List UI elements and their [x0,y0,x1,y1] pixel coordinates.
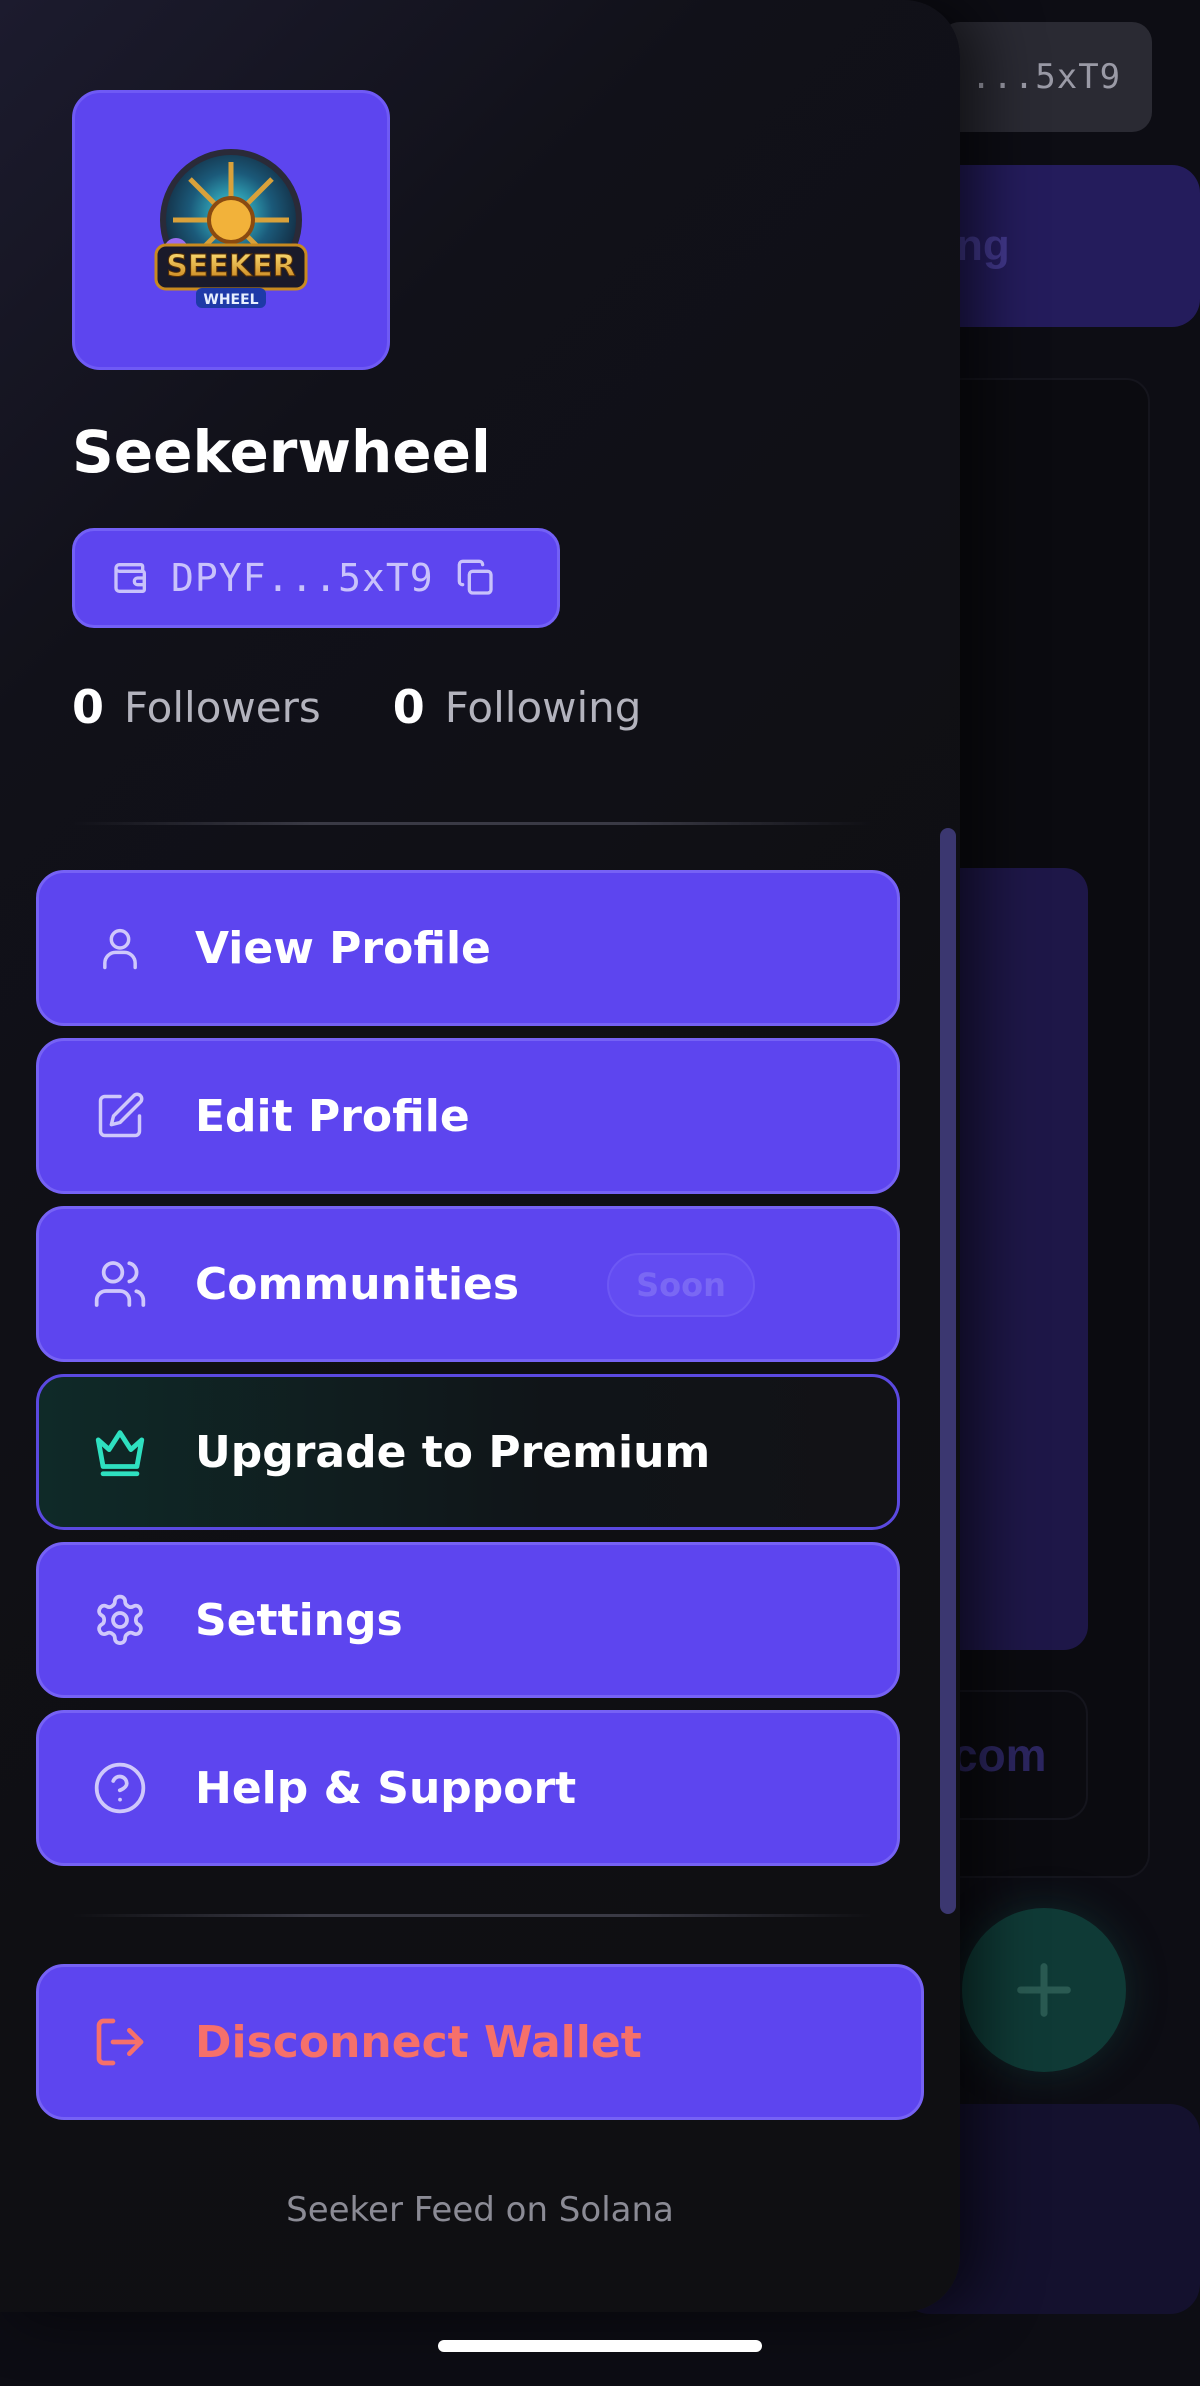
profile-drawer: SEEKER WHEEL Seekerwheel DPYF...5xT9 0 F… [0,0,960,2312]
disconnect-wallet-button[interactable]: Disconnect Wallet [36,1964,924,2120]
wallet-icon [114,563,146,593]
gear-icon [89,1589,151,1651]
menu-item-help-support[interactable]: Help & Support [36,1710,900,1866]
avatar[interactable]: SEEKER WHEEL [72,90,390,370]
create-post-button[interactable] [962,1908,1126,2072]
divider-bottom [72,1914,872,1917]
footer-text: Seeker Feed on Solana [286,2190,674,2230]
menu-item-label: View Profile [195,922,491,974]
menu-item-label: Help & Support [195,1762,577,1814]
followers-count[interactable]: 0 [72,680,104,734]
plus-icon [1017,1963,1071,2017]
menu-item-settings[interactable]: Settings [36,1542,900,1698]
logout-icon [89,2011,151,2073]
users-icon [89,1253,151,1315]
following-count[interactable]: 0 [393,680,425,734]
svg-text:WHEEL: WHEEL [203,292,258,308]
menu-scrollbar[interactable] [940,828,956,1914]
edit-icon [89,1085,151,1147]
drawer-menu: View Profile Edit Profile Communities So… [36,870,900,1878]
divider-top [72,822,872,825]
background-wallet-chip[interactable]: ...5xT9 [940,22,1152,132]
menu-item-label: Edit Profile [195,1090,470,1142]
svg-text:SEEKER: SEEKER [166,249,295,284]
username: Seekerwheel [72,418,491,486]
soon-badge: Soon [607,1253,755,1317]
menu-item-label: Settings [195,1594,403,1646]
follow-stats: 0 Followers 0 Following [72,680,713,734]
menu-item-edit-profile[interactable]: Edit Profile [36,1038,900,1194]
menu-item-communities[interactable]: Communities Soon [36,1206,900,1362]
home-indicator[interactable] [438,2340,762,2352]
background-tab[interactable]: ng [920,165,1200,327]
user-icon [89,917,151,979]
menu-item-label: Communities [195,1258,520,1310]
following-label[interactable]: Following [445,683,642,732]
menu-item-label: Upgrade to Premium [195,1426,711,1478]
seeker-wheel-logo: SEEKER WHEEL [154,149,308,308]
menu-item-upgrade-premium[interactable]: Upgrade to Premium [36,1374,900,1530]
wallet-address: DPYF...5xT9 [171,556,434,600]
menu-item-view-profile[interactable]: View Profile [36,870,900,1026]
wallet-address-chip[interactable]: DPYF...5xT9 [72,528,560,628]
followers-label[interactable]: Followers [124,683,321,732]
help-icon [89,1757,151,1819]
crown-icon [89,1421,151,1483]
copy-icon[interactable] [456,558,496,598]
disconnect-wallet-label: Disconnect Wallet [195,2016,642,2068]
